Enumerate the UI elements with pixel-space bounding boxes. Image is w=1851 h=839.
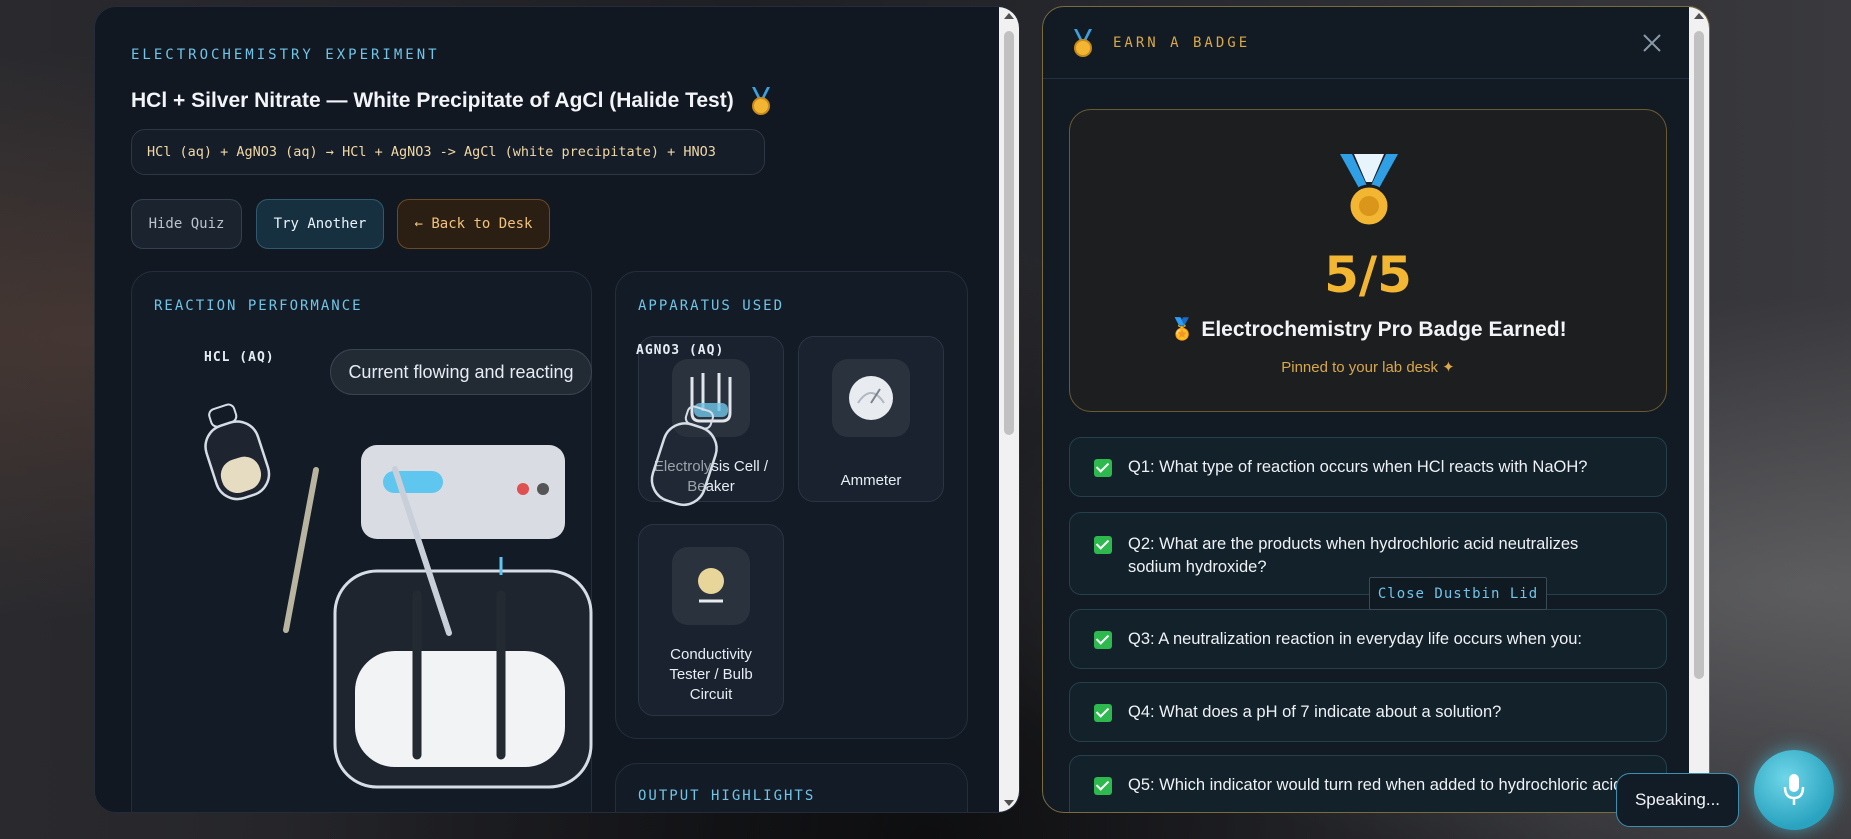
medal-icon — [1340, 154, 1398, 228]
electrode-rod-icon[interactable] — [385, 463, 465, 643]
hcl-bottle-icon[interactable] — [192, 398, 282, 508]
question-text: Q3: A neutralization reaction in everyda… — [1128, 630, 1582, 648]
apparatus-label: APPARATUS USED — [638, 298, 785, 314]
quiz-score: 5/5 — [1324, 246, 1412, 304]
apparatus-item-label: Ammeter — [840, 472, 902, 489]
page-title: HCl + Silver Nitrate — White Precipitate… — [131, 87, 774, 115]
experiment-eyebrow: ELECTROCHEMISTRY EXPERIMENT — [131, 47, 440, 63]
microphone-button[interactable] — [1754, 750, 1834, 830]
quiz-question-1[interactable]: Q1: What type of reaction occurs when HC… — [1069, 437, 1667, 497]
checkbox-checked-icon[interactable] — [1094, 777, 1112, 795]
scroll-up-icon[interactable] — [1004, 13, 1014, 19]
question-text: Q2: What are the products when hydrochlo… — [1128, 535, 1579, 576]
question-text: Q5: Which indicator would turn red when … — [1128, 776, 1632, 794]
scroll-up-icon[interactable] — [1694, 13, 1704, 19]
quiz-question-5[interactable]: Q5: Which indicator would turn red when … — [1069, 755, 1667, 812]
scroll-down-icon[interactable] — [1004, 800, 1014, 806]
checkbox-checked-icon[interactable] — [1094, 536, 1112, 554]
checkbox-checked-icon[interactable] — [1094, 631, 1112, 649]
question-text: Q1: What type of reaction occurs when HC… — [1128, 458, 1588, 476]
quiz-question-4[interactable]: Q4: What does a pH of 7 indicate about a… — [1069, 682, 1667, 742]
agno3-label: AGNO3 (AQ) — [636, 343, 725, 358]
checkbox-checked-icon[interactable] — [1094, 704, 1112, 722]
badge-panel-title: EARN A BADGE — [1113, 35, 1251, 51]
experiment-panel: ELECTROCHEMISTRY EXPERIMENT HCl + Silver… — [94, 6, 1020, 813]
badge-earned-card: 5/5 🏅 Electrochemistry Pro Badge Earned!… — [1069, 109, 1667, 412]
output-highlights-card: OUTPUT HIGHLIGHTS — [615, 763, 968, 812]
scroll-thumb[interactable] — [1004, 31, 1014, 435]
apparatus-item-conductivity-tester[interactable]: Conductivity Tester / Bulb Circuit — [638, 524, 784, 716]
question-text: Q4: What does a pH of 7 indicate about a… — [1128, 703, 1502, 721]
left-scrollbar[interactable] — [999, 7, 1019, 812]
close-icon[interactable] — [1638, 29, 1666, 57]
apparatus-item-label: Conductivity Tester / Bulb Circuit — [669, 646, 753, 703]
quiz-question-3[interactable]: Q3: A neutralization reaction in everyda… — [1069, 609, 1667, 669]
speaking-status: Speaking... — [1616, 773, 1739, 827]
reaction-tooltip: Current flowing and reacting — [330, 349, 592, 395]
agno3-bottle-icon[interactable] — [643, 399, 733, 519]
badge-earned-text: 🏅 Electrochemistry Pro Badge Earned! — [1169, 318, 1567, 341]
try-another-button[interactable]: Try Another — [256, 199, 384, 249]
badge-panel-header: EARN A BADGE — [1043, 7, 1691, 79]
badge-pinned-text: Pinned to your lab desk ✦ — [1281, 359, 1455, 376]
medal-icon — [751, 87, 770, 115]
hcl-label: HCL (AQ) — [204, 350, 275, 365]
hide-quiz-button[interactable]: Hide Quiz — [131, 199, 242, 249]
apparatus-item-ammeter[interactable]: Ammeter — [798, 336, 944, 502]
glass-rod-icon[interactable] — [276, 466, 326, 636]
medal-icon — [1074, 29, 1092, 57]
bulb-icon — [672, 547, 750, 625]
ammeter-icon — [832, 359, 910, 437]
back-to-desk-button[interactable]: ← Back to Desk — [397, 199, 550, 249]
title-text: HCl + Silver Nitrate — White Precipitate… — [131, 89, 734, 112]
right-scrollbar[interactable] — [1689, 7, 1709, 812]
badge-panel: EARN A BADGE 5/5 🏅 Electrochemistry Pro … — [1042, 6, 1710, 813]
reaction-performance-label: REACTION PERFORMANCE — [154, 298, 363, 314]
checkbox-checked-icon[interactable] — [1094, 459, 1112, 477]
microphone-icon — [1783, 774, 1805, 805]
scroll-thumb[interactable] — [1694, 31, 1704, 679]
reaction-equation: HCl (aq) + AgNO3 (aq) → HCl + AgNO3 -> A… — [131, 129, 765, 175]
quiz-question-2[interactable]: Q2: What are the products when hydrochlo… — [1069, 512, 1667, 595]
output-highlights-label: OUTPUT HIGHLIGHTS — [638, 788, 816, 804]
dustbin-tooltip[interactable]: Close Dustbin Lid — [1369, 577, 1547, 610]
